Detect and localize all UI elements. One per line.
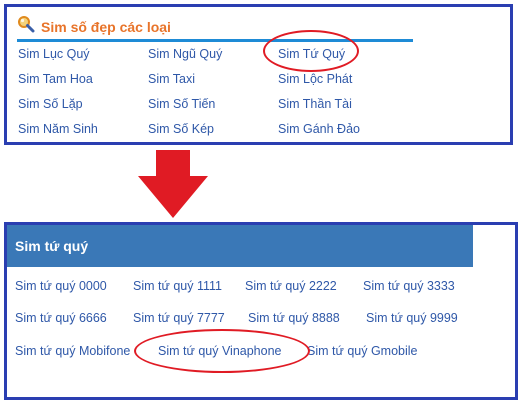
- link-sim-tu-quy[interactable]: Sim Tứ Quý: [278, 47, 345, 61]
- link-sim-tu-quy-8888[interactable]: Sim tứ quý 8888: [248, 311, 340, 325]
- link-sim-ganh-dao[interactable]: Sim Gánh Đảo: [278, 122, 360, 136]
- arrow-down-icon: [138, 150, 208, 223]
- link-sim-tam-hoa[interactable]: Sim Tam Hoa: [18, 72, 93, 86]
- title-divider: [17, 39, 413, 42]
- link-sim-ngu-quy[interactable]: Sim Ngũ Quý: [148, 47, 222, 61]
- link-sim-tu-quy-7777[interactable]: Sim tứ quý 7777: [133, 311, 225, 325]
- link-sim-tu-quy-3333[interactable]: Sim tứ quý 3333: [363, 279, 455, 293]
- link-sim-tu-quy-0000[interactable]: Sim tứ quý 0000: [15, 279, 107, 293]
- link-sim-nam-sinh[interactable]: Sim Năm Sinh: [18, 122, 98, 136]
- link-sim-so-lap[interactable]: Sim Số Lặp: [18, 97, 83, 111]
- link-sim-tu-quy-2222[interactable]: Sim tứ quý 2222: [245, 279, 337, 293]
- sim-tu-quy-panel: Sim tứ quý Sim tứ quý 0000 Sim tứ quý 11…: [4, 222, 518, 400]
- link-sim-than-tai[interactable]: Sim Thần Tài: [278, 97, 352, 111]
- link-sim-so-tien[interactable]: Sim Số Tiến: [148, 97, 215, 111]
- panel-header: Sim tứ quý: [7, 225, 473, 267]
- link-sim-tu-quy-9999[interactable]: Sim tứ quý 9999: [366, 311, 458, 325]
- link-sim-tu-quy-mobifone[interactable]: Sim tứ quý Mobifone: [15, 344, 130, 358]
- link-sim-so-kep[interactable]: Sim Số Kép: [148, 122, 214, 136]
- link-sim-tu-quy-vinaphone[interactable]: Sim tứ quý Vinaphone: [158, 344, 282, 358]
- link-sim-luc-quy[interactable]: Sim Lục Quý: [18, 47, 90, 61]
- sim-categories-panel: Sim số đẹp các loại Sim Lục Quý Sim Ngũ …: [4, 4, 513, 145]
- search-icon: [17, 15, 35, 38]
- link-sim-tu-quy-gmobile[interactable]: Sim tứ quý Gmobile: [307, 344, 418, 358]
- panel-header: Sim số đẹp các loại: [17, 15, 171, 38]
- link-sim-tu-quy-1111[interactable]: Sim tứ quý 1111: [133, 279, 222, 293]
- link-sim-taxi[interactable]: Sim Taxi: [148, 72, 195, 86]
- link-sim-loc-phat[interactable]: Sim Lộc Phát: [278, 72, 352, 86]
- link-sim-tu-quy-6666[interactable]: Sim tứ quý 6666: [15, 311, 107, 325]
- panel-title: Sim số đẹp các loại: [41, 18, 171, 35]
